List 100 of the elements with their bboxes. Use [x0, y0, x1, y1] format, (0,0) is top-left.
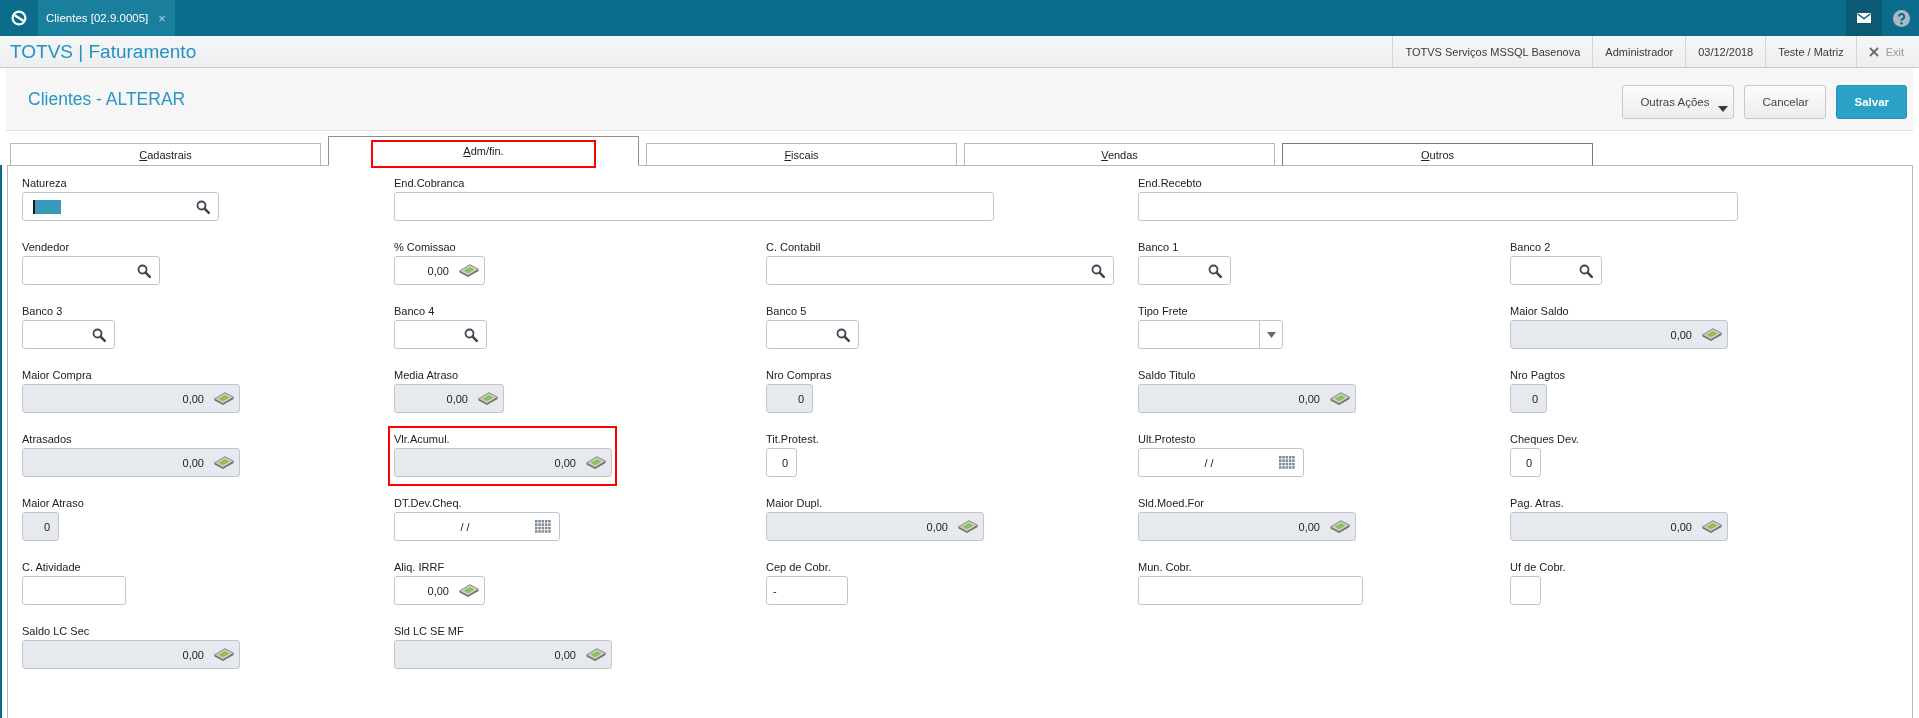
field-label: Saldo Titulo: [1138, 368, 1196, 382]
mail-button[interactable]: [1846, 0, 1882, 36]
number-field[interactable]: 0: [22, 512, 59, 541]
field-label: C. Atividade: [22, 560, 81, 574]
field-label: Nro Pagtos: [1510, 368, 1566, 382]
field-label: Maior Compra: [22, 368, 92, 382]
date-field[interactable]: / /: [1138, 448, 1304, 477]
tab[interactable]: Cadastrais: [10, 143, 321, 166]
field-label: Ult.Protesto: [1138, 432, 1196, 446]
lookup-field[interactable]: [22, 256, 160, 285]
banknote-icon: [459, 264, 479, 277]
banknote-icon: [1702, 520, 1722, 533]
banknote-icon: [214, 392, 234, 405]
field-label: Banco 1: [1138, 240, 1179, 254]
field-label: % Comissao: [394, 240, 456, 254]
lookup-field[interactable]: [1510, 256, 1602, 285]
dropdown-field[interactable]: [1138, 320, 1283, 349]
number-field[interactable]: 0: [766, 448, 797, 477]
header-info: Teste / Matriz: [1765, 36, 1856, 67]
close-icon: [1868, 46, 1879, 57]
field-label: Maior Dupl.: [766, 496, 823, 510]
grid-icon[interactable]: [1279, 456, 1295, 469]
number-field[interactable]: 0: [1510, 384, 1547, 413]
amount-field[interactable]: 0,00: [1510, 320, 1728, 349]
search-icon[interactable]: [464, 327, 478, 342]
field-label: Banco 4: [394, 304, 435, 318]
window-tab[interactable]: Clientes [02.9.0005] ×: [38, 0, 175, 36]
lookup-field[interactable]: [394, 320, 487, 349]
search-icon[interactable]: [137, 263, 151, 278]
caret-icon[interactable]: [1266, 331, 1276, 338]
banknote-icon: [958, 520, 978, 533]
amount-field[interactable]: 0,00: [1138, 512, 1356, 541]
field-label: Uf de Cobr.: [1510, 560, 1566, 574]
field-label: C. Contabil: [766, 240, 821, 254]
amount-field[interactable]: 0,00: [394, 384, 504, 413]
menu-button[interactable]: Outras Ações: [1622, 84, 1735, 119]
text-field[interactable]: [1510, 576, 1541, 605]
caret-icon: [1718, 105, 1729, 112]
amount-field[interactable]: 0,00: [394, 640, 612, 669]
field-label: Natureza: [22, 176, 67, 190]
lookup-field[interactable]: [1138, 256, 1231, 285]
envelope-icon: [1857, 13, 1871, 23]
page-title: Clientes - ALTERAR: [28, 88, 186, 110]
field-label: Tit.Protest.: [766, 432, 819, 446]
search-icon[interactable]: [92, 327, 106, 342]
header-info: TOTVS Serviços MSSQL Basenova: [1392, 36, 1593, 67]
field-label: Maior Atraso: [22, 496, 84, 510]
amount-field[interactable]: 0,00: [1510, 512, 1728, 541]
banknote-icon: [459, 584, 479, 597]
lookup-field[interactable]: [766, 256, 1114, 285]
amount-field[interactable]: 0,00: [22, 448, 240, 477]
search-icon[interactable]: [1091, 263, 1105, 278]
grid-icon[interactable]: [535, 520, 551, 533]
search-icon[interactable]: [196, 199, 210, 214]
field-label: Maior Saldo: [1510, 304, 1569, 318]
text-field[interactable]: [22, 576, 126, 605]
banknote-icon: [214, 456, 234, 469]
banknote-icon: [1330, 392, 1350, 405]
banknote-icon: [1330, 520, 1350, 533]
number-field[interactable]: 0: [766, 384, 813, 413]
amount-field[interactable]: 0,00: [22, 640, 240, 669]
amount-field[interactable]: 0,00: [394, 256, 485, 285]
field-label: Banco 2: [1510, 240, 1551, 254]
secondary-button[interactable]: Cancelar: [1744, 84, 1827, 119]
lookup-field[interactable]: [22, 192, 219, 221]
tab[interactable]: Adm/fin.: [328, 136, 639, 166]
field-label: Nro Compras: [766, 368, 832, 382]
field-label: Saldo LC Sec: [22, 624, 90, 638]
search-icon[interactable]: [1579, 263, 1593, 278]
field-label: Vlr.Acumul.: [394, 432, 450, 446]
amount-field[interactable]: 0,00: [394, 576, 485, 605]
header-info: Administrador: [1592, 36, 1686, 67]
field-label: Cheques Dev.: [1510, 432, 1579, 446]
text-field[interactable]: [1138, 576, 1363, 605]
text-field[interactable]: -: [766, 576, 848, 605]
date-field[interactable]: / /: [394, 512, 560, 541]
field-label: End.Recebto: [1138, 176, 1202, 190]
amount-field[interactable]: 0,00: [766, 512, 984, 541]
text-field[interactable]: [394, 192, 994, 221]
field-label: Atrasados: [22, 432, 72, 446]
header-info: 03/12/2018: [1685, 36, 1766, 67]
amount-field[interactable]: 0,00: [1138, 384, 1356, 413]
field-label: Pag. Atras.: [1510, 496, 1564, 510]
lookup-field[interactable]: [22, 320, 115, 349]
number-field[interactable]: 0: [1510, 448, 1541, 477]
tab[interactable]: Outros: [1282, 143, 1593, 166]
tab[interactable]: Fiscais: [646, 143, 957, 166]
banknote-icon: [478, 392, 498, 405]
tab[interactable]: Vendas: [964, 143, 1275, 166]
search-icon[interactable]: [836, 327, 850, 342]
text-field[interactable]: [1138, 192, 1738, 221]
field-label: DT.Dev.Cheq.: [394, 496, 462, 510]
search-icon[interactable]: [1208, 263, 1222, 278]
banknote-icon: [586, 648, 606, 661]
field-label: Cep de Cobr.: [766, 560, 831, 574]
help-icon[interactable]: [1893, 9, 1910, 27]
lookup-field[interactable]: [766, 320, 859, 349]
amount-field[interactable]: 0,00: [394, 448, 612, 477]
field-label: End.Cobranca: [394, 176, 465, 190]
amount-field[interactable]: 0,00: [22, 384, 240, 413]
